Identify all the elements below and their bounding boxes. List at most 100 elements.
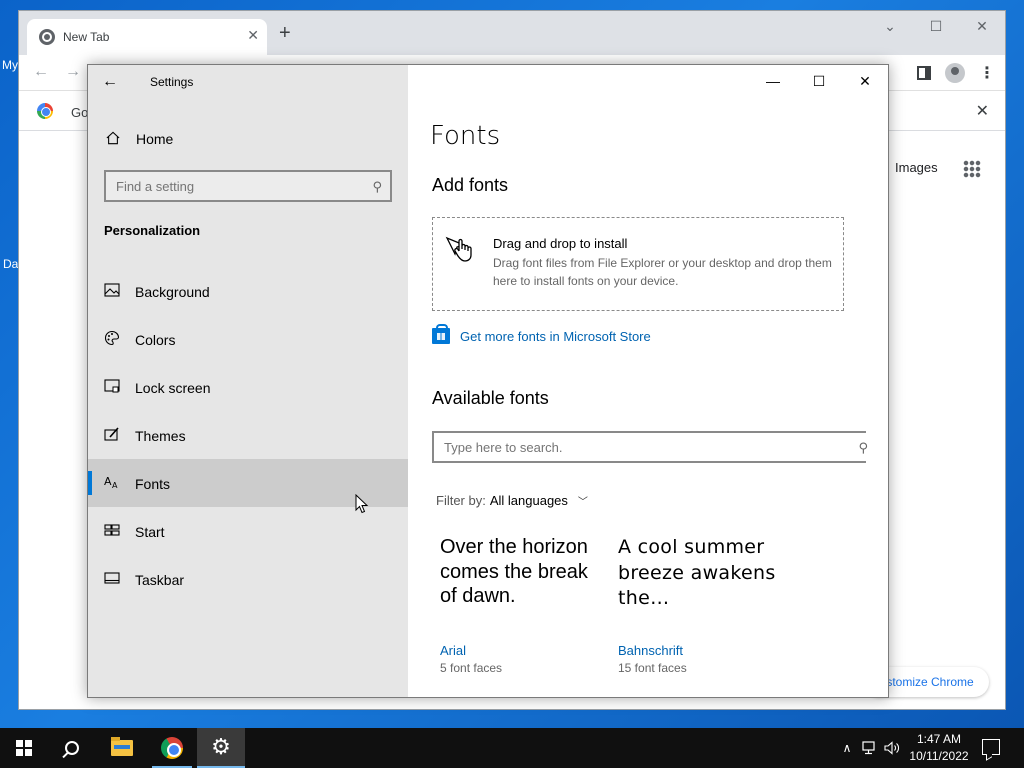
chrome-favicon-icon: [39, 29, 55, 45]
volume-icon[interactable]: [884, 741, 900, 755]
font-card-arial[interactable]: Over the horizon comes the break of dawn…: [440, 535, 610, 675]
svg-text:A: A: [104, 475, 112, 488]
folder-icon: [111, 737, 133, 756]
font-name: Bahnschrift: [618, 643, 684, 658]
font-card-bahnschrift[interactable]: A cool summer breeze awakens the… Bahnsc…: [618, 535, 788, 675]
chrome-forward-icon[interactable]: →: [65, 63, 81, 81]
taskbar-chrome[interactable]: [148, 728, 196, 768]
microsoft-store-link[interactable]: Get more fonts in Microsoft Store: [432, 324, 651, 344]
themes-icon: [104, 427, 119, 441]
sidebar-item-lock-screen[interactable]: Lock screen: [88, 363, 408, 411]
window-controls: — ☐ ✕: [750, 65, 888, 97]
available-fonts-heading: Available fonts: [432, 388, 549, 408]
windows-logo-icon: [16, 740, 32, 756]
chrome-menu-icon[interactable]: ⋮: [979, 63, 995, 83]
sidebar-item-label: Start: [135, 524, 165, 540]
font-search-box[interactable]: ⚲: [432, 431, 868, 463]
font-faces-count: 5 font faces: [440, 661, 503, 675]
network-icon[interactable]: [862, 741, 878, 755]
filter-label: Filter by:: [436, 493, 486, 508]
side-panel-icon[interactable]: [917, 66, 931, 80]
sidebar-item-label: Home: [136, 131, 174, 147]
clock-date: 10/11/2022: [909, 749, 969, 763]
desktop-icon-label-2[interactable]: Da: [3, 257, 18, 271]
drop-zone-description: Drag font files from File Explorer or yo…: [493, 256, 832, 288]
section-title: Personalization: [104, 223, 201, 238]
chrome-back-icon[interactable]: ←: [33, 63, 49, 81]
lock-screen-icon: [104, 379, 120, 393]
sidebar-item-label: Fonts: [135, 476, 171, 492]
add-fonts-heading: Add fonts: [432, 175, 509, 195]
fonts-icon: A A: [104, 475, 118, 490]
start-icon: [104, 524, 120, 536]
gear-icon: ⚙: [211, 734, 231, 759]
chrome-infobar-text: Go: [71, 105, 89, 120]
home-icon: [106, 131, 120, 145]
settings-content: — ☐ ✕ Fonts Add fonts Drag and drop to i…: [408, 65, 888, 697]
chevron-down-icon: ﹀: [577, 497, 588, 508]
chrome-tab-title: New Tab: [63, 30, 110, 44]
chrome-toolbar-right: ⋮: [917, 63, 995, 83]
chrome-close-icon[interactable]: ✕: [959, 11, 1005, 41]
chrome-tab-close-icon[interactable]: ✕: [247, 27, 259, 44]
system-tray: ∧: [838, 728, 900, 768]
taskbar-clock[interactable]: 1:47 AM 10/11/2022: [904, 731, 974, 765]
font-drop-zone[interactable]: Drag and drop to install Drag font files…: [432, 217, 844, 311]
chrome-tab-search-icon[interactable]: ⌄: [867, 11, 913, 41]
taskbar-search-button[interactable]: [48, 728, 96, 768]
window-title: Settings: [150, 75, 194, 89]
chrome-tab-new-tab[interactable]: New Tab ✕: [27, 19, 267, 55]
tray-chevron-icon[interactable]: ∧: [838, 741, 856, 755]
sidebar-item-colors[interactable]: Colors: [88, 315, 408, 363]
sidebar-nav-list: Background Colors Lock screen Themes A A…: [88, 267, 408, 603]
taskbar-file-explorer[interactable]: [98, 728, 146, 768]
desktop-icon-label-1[interactable]: My: [2, 58, 18, 72]
sidebar-item-label: Themes: [135, 428, 186, 444]
language-filter[interactable]: Filter by: All languages ﹀: [436, 493, 588, 508]
chrome-images-link[interactable]: Images: [895, 160, 938, 175]
profile-avatar-icon[interactable]: [945, 63, 965, 83]
chrome-new-tab-button[interactable]: +: [279, 23, 291, 43]
font-faces-count: 15 font faces: [618, 661, 687, 675]
chrome-infobar-close-icon[interactable]: ✕: [976, 101, 989, 121]
start-button[interactable]: [0, 728, 48, 768]
sidebar-item-label: Colors: [135, 332, 176, 348]
settings-window: ← Settings Home ⚲ Personalization Backgr…: [87, 64, 889, 698]
google-apps-icon[interactable]: [963, 160, 981, 178]
drag-hand-icon: [445, 236, 472, 262]
filter-value: All languages: [489, 493, 568, 508]
sidebar-item-themes[interactable]: Themes: [88, 411, 408, 459]
sidebar-item-label: Background: [135, 284, 210, 300]
chrome-window-controls: ⌄ ☐ ✕: [867, 11, 1005, 43]
sidebar-item-start[interactable]: Start: [88, 507, 408, 555]
google-logo-icon: [37, 103, 53, 119]
sidebar-item-label: Lock screen: [135, 380, 211, 396]
maximize-button[interactable]: ☐: [796, 65, 842, 97]
mouse-cursor-icon: [355, 494, 369, 514]
sidebar-item-background[interactable]: Background: [88, 267, 408, 315]
find-setting-input[interactable]: [106, 172, 390, 200]
sidebar-item-label: Taskbar: [135, 572, 185, 588]
search-icon[interactable]: ⚲: [372, 179, 382, 195]
taskbar-settings[interactable]: ⚙: [197, 728, 245, 768]
font-sample-text: Over the horizon comes the break of dawn…: [440, 536, 588, 607]
search-icon[interactable]: ⚲: [858, 440, 868, 456]
svg-text:A: A: [112, 481, 118, 490]
back-arrow-icon[interactable]: ←: [102, 73, 118, 91]
font-search-input[interactable]: [434, 433, 866, 461]
clock-time: 1:47 AM: [916, 732, 962, 746]
close-button[interactable]: ✕: [842, 65, 888, 97]
notification-center-icon[interactable]: [982, 739, 1000, 755]
minimize-button[interactable]: —: [750, 65, 796, 97]
store-link-label: Get more fonts in Microsoft Store: [460, 328, 651, 344]
sidebar-item-taskbar[interactable]: Taskbar: [88, 555, 408, 603]
drop-zone-title: Drag and drop to install: [493, 236, 628, 251]
font-name: Arial: [440, 643, 467, 658]
settings-sidebar: ← Settings Home ⚲ Personalization Backgr…: [88, 65, 408, 697]
store-bag-icon: [432, 324, 450, 344]
chrome-restore-icon[interactable]: ☐: [913, 11, 959, 41]
taskbar-icon: [104, 572, 120, 584]
sidebar-item-home[interactable]: Home: [88, 125, 408, 155]
search-icon: [65, 741, 79, 755]
find-setting-box[interactable]: ⚲: [104, 170, 392, 202]
